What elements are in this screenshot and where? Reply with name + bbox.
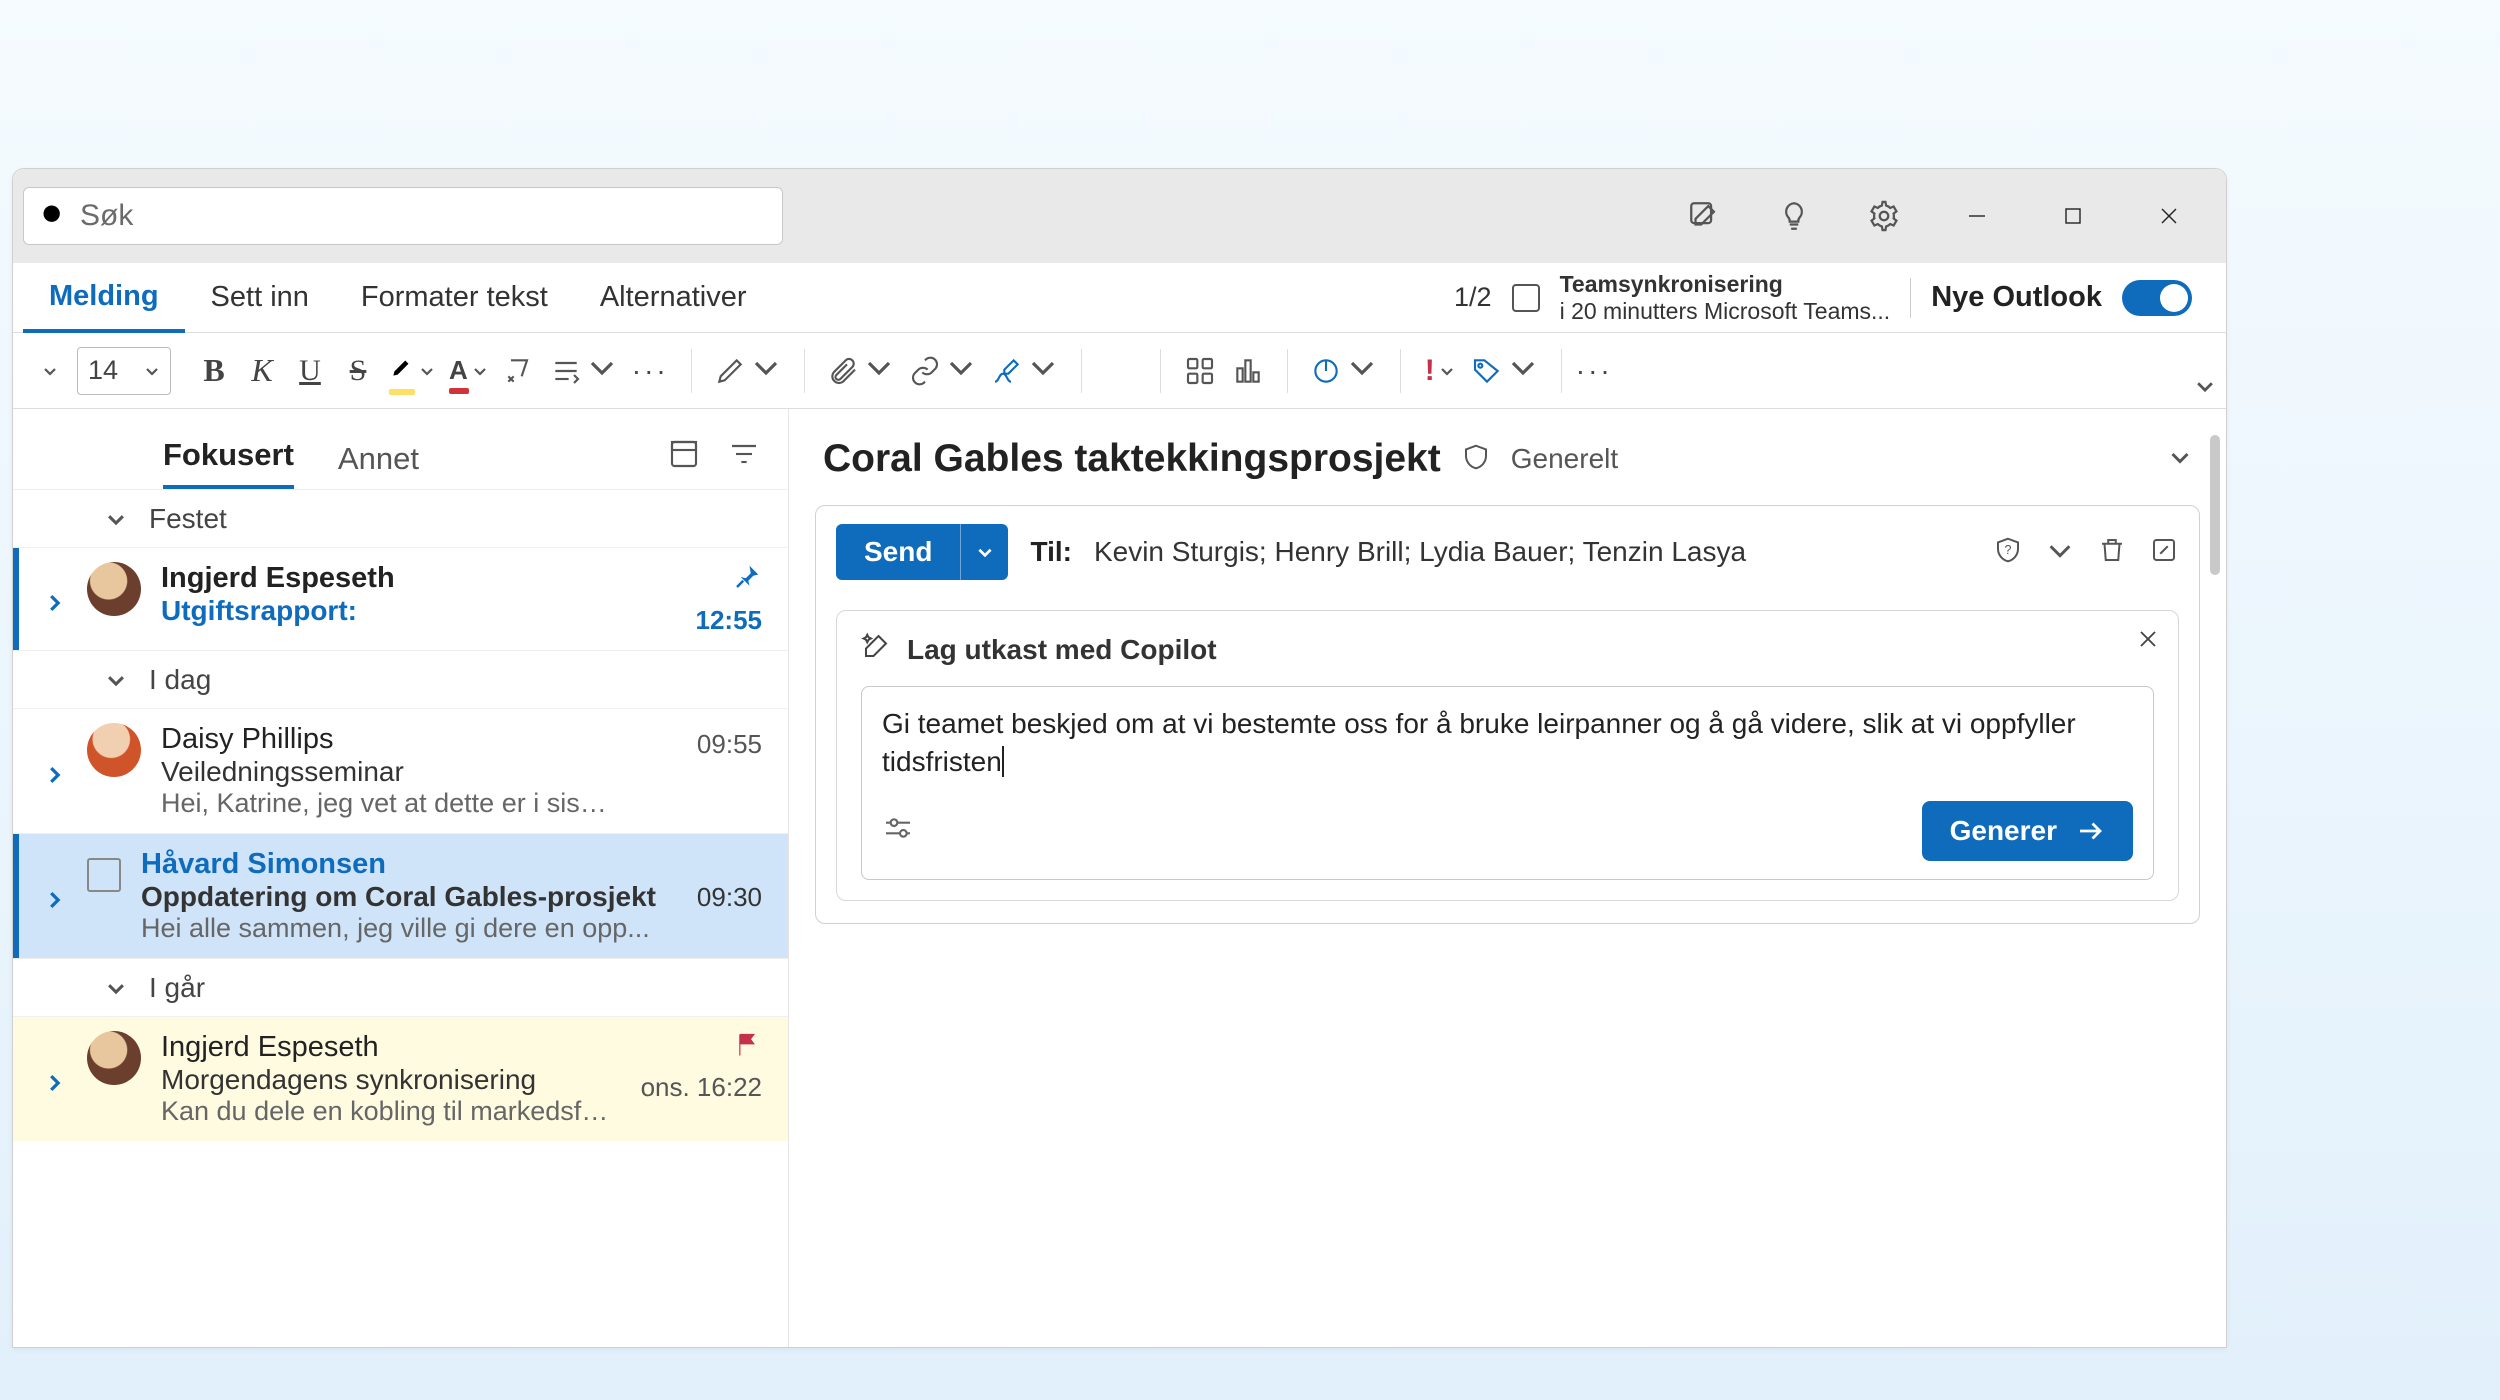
msglist-header: Fokusert Annet (13, 409, 788, 489)
reading-pane: Coral Gables taktekkingsprosjekt Generel… (789, 409, 2226, 1347)
generate-button[interactable]: Generer (1922, 801, 2133, 861)
adjust-icon[interactable] (882, 812, 914, 849)
strikethrough-button[interactable]: S (337, 346, 379, 396)
avatar (87, 562, 141, 616)
to-recipients[interactable]: Kevin Sturgis; Henry Brill; Lydia Bauer;… (1094, 536, 1746, 568)
clear-format-button[interactable] (498, 346, 540, 396)
tab-formater[interactable]: Formater tekst (335, 263, 574, 332)
italic-button[interactable]: K (241, 346, 283, 396)
svg-text:?: ? (2005, 542, 2012, 556)
search-icon (40, 202, 68, 230)
tab-alternativer[interactable]: Alternativer (574, 263, 773, 332)
section-idag[interactable]: I dag (13, 650, 788, 708)
close-icon[interactable] (2136, 627, 2160, 656)
section-igaar[interactable]: I går (13, 958, 788, 1016)
ribbon-expand-icon[interactable] (2194, 373, 2216, 404)
content-area: Fokusert Annet Festet Ingjerd Espeseth U… (13, 409, 2226, 1347)
page-indicator: 1/2 (1454, 282, 1492, 313)
lightbulb-icon[interactable] (1758, 180, 1830, 252)
titlebar: Søk (13, 169, 2226, 263)
more-format-button[interactable]: ··· (628, 346, 673, 396)
pin-icon (732, 562, 762, 599)
underline-button[interactable]: U (289, 346, 331, 396)
divider (1910, 278, 1911, 318)
outlook-window: Søk Melding Sett inn Formater tekst Alte… (12, 168, 2227, 1348)
poll-button[interactable] (1227, 346, 1269, 396)
expand-chevron-icon[interactable] (41, 848, 67, 944)
email-subject: Coral Gables taktekkingsprosjekt (823, 437, 1441, 481)
scrollbar[interactable] (2210, 435, 2220, 575)
copilot-prompt-input[interactable]: Gi teamet beskjed om at vi bestemte oss … (861, 686, 2154, 880)
format-toolbar: 14 B K U S A ··· (13, 333, 2226, 409)
attach-button[interactable] (823, 346, 899, 396)
flag-icon (734, 1031, 762, 1066)
signature-button[interactable] (987, 346, 1063, 396)
to-label: Til: (1030, 536, 1071, 568)
search-input[interactable]: Søk (23, 187, 783, 245)
tab-annet[interactable]: Annet (338, 441, 419, 489)
font-size-dropdown[interactable]: 14 (77, 347, 171, 395)
expand-chevron-icon[interactable] (41, 1031, 67, 1127)
message-row-selected[interactable]: Håvard Simonsen Oppdatering om Coral Gab… (13, 833, 788, 958)
select-checkbox[interactable] (87, 858, 121, 892)
tab-fokusert[interactable]: Fokusert (163, 437, 294, 489)
copilot-draft-card: Lag utkast med Copilot Gi teamet beskjed… (836, 610, 2179, 901)
loop-button[interactable] (1306, 346, 1382, 396)
font-color-button[interactable]: A (445, 346, 492, 396)
link-button[interactable] (905, 346, 981, 396)
notes-icon[interactable] (1668, 180, 1740, 252)
send-button[interactable]: Send (836, 524, 1008, 580)
ribbon-tabs: Melding Sett inn Formater tekst Alternat… (13, 263, 2226, 333)
copilot-icon[interactable] (1100, 346, 1142, 396)
copilot-draft-icon (861, 631, 891, 668)
apps-button[interactable] (1179, 346, 1221, 396)
window-close[interactable] (2130, 180, 2208, 252)
tag-button[interactable] (1467, 346, 1543, 396)
settings-icon[interactable] (1848, 180, 1920, 252)
sync-status[interactable]: Teamsynkronisering i 20 minutters Micros… (1560, 271, 1891, 324)
compose-card: Send Til: Kevin Sturgis; Henry Brill; Ly… (815, 505, 2200, 924)
importance-button[interactable]: ! (1419, 346, 1461, 396)
send-options-dropdown[interactable] (960, 524, 1008, 580)
toggle-label: Nye Outlook (1931, 281, 2102, 314)
sensitivity-label: Generelt (1511, 443, 1618, 475)
message-row[interactable]: Daisy Phillips Veiledningsseminar Hei, K… (13, 708, 788, 833)
font-family-dropdown[interactable] (29, 346, 71, 396)
expand-chevron-icon[interactable] (41, 562, 67, 636)
chevron-down-icon[interactable] (2045, 535, 2075, 570)
avatar (87, 723, 141, 777)
search-placeholder: Søk (80, 199, 133, 233)
expand-chevron-icon[interactable] (41, 723, 67, 819)
toolbar-overflow-button[interactable]: ··· (1572, 346, 1617, 396)
bold-button[interactable]: B (193, 346, 235, 396)
message-row-pinned[interactable]: Ingjerd Espeseth Utgiftsrapport: 12:55 (13, 547, 788, 650)
popout-icon[interactable] (2149, 535, 2179, 570)
paragraph-button[interactable] (546, 346, 622, 396)
subject-header: Coral Gables taktekkingsprosjekt Generel… (815, 433, 2200, 505)
avatar (87, 1031, 141, 1085)
message-row-flagged[interactable]: Ingjerd Espeseth Morgendagens synkronise… (13, 1016, 788, 1141)
subject-collapse-icon[interactable] (2168, 445, 2192, 474)
styles-button[interactable] (710, 346, 786, 396)
delete-icon[interactable] (2097, 535, 2127, 570)
layout-icon[interactable] (668, 438, 700, 475)
filter-icon[interactable] (728, 438, 760, 475)
section-festet[interactable]: Festet (13, 489, 788, 547)
sensitivity-icon[interactable]: ? (1993, 535, 2023, 570)
window-maximize[interactable] (2034, 180, 2112, 252)
calendar-icon[interactable] (1512, 284, 1540, 312)
tab-settinn[interactable]: Sett inn (185, 263, 335, 332)
highlight-color-button[interactable] (385, 346, 439, 396)
shield-icon[interactable] (1461, 442, 1491, 477)
window-minimize[interactable] (1938, 180, 2016, 252)
message-list: Fokusert Annet Festet Ingjerd Espeseth U… (13, 409, 789, 1347)
new-outlook-toggle[interactable] (2122, 280, 2192, 316)
tab-melding[interactable]: Melding (23, 264, 185, 333)
